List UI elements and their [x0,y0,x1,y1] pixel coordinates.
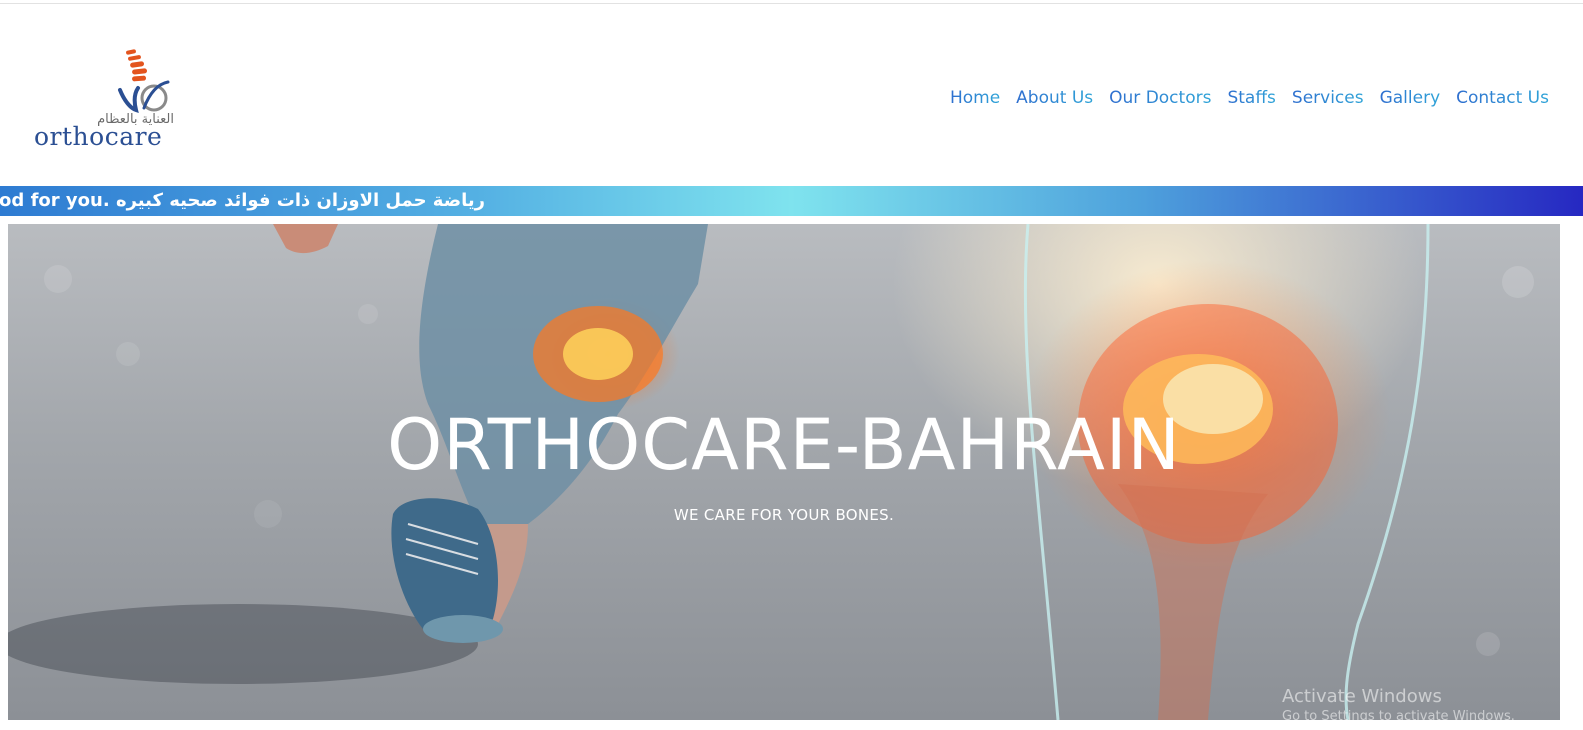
hero-banner: ORTHOCARE-BAHRAIN WE CARE FOR YOUR BONES… [8,224,1560,720]
nav-staffs[interactable]: Staffs [1227,88,1275,108]
ticker-text: re good for you. رياضة حمل الاوزان ذات ف… [0,190,485,211]
watermark-line-2: Go to Settings to activate Windows. [1282,709,1515,724]
nav-services[interactable]: Services [1292,88,1364,108]
nav-gallery[interactable]: Gallery [1380,88,1441,108]
watermark-line-1: Activate Windows [1282,686,1442,707]
logo-wordmark: orthocare [34,122,163,151]
nav-about-us[interactable]: About Us [1016,88,1093,108]
nav-home[interactable]: Home [950,88,1000,108]
activate-windows-watermark: Activate Windows Go to Settings to activ… [1282,686,1582,724]
nav-contact-us[interactable]: Contact Us [1456,88,1549,108]
site-header: العناية بالعظام orthocare Home About Us … [0,4,1583,185]
news-ticker: re good for you. رياضة حمل الاوزان ذات ف… [0,186,1583,216]
site-logo[interactable]: العناية بالعظام orthocare [32,48,182,156]
hero-subtitle: WE CARE FOR YOUR BONES. [673,506,895,524]
main-nav: Home About Us Our Doctors Staffs Service… [950,88,1549,108]
spine-logo-icon [118,49,170,114]
nav-our-doctors[interactable]: Our Doctors [1109,88,1211,108]
hero-title: ORTHOCARE-BAHRAIN [387,404,1181,486]
